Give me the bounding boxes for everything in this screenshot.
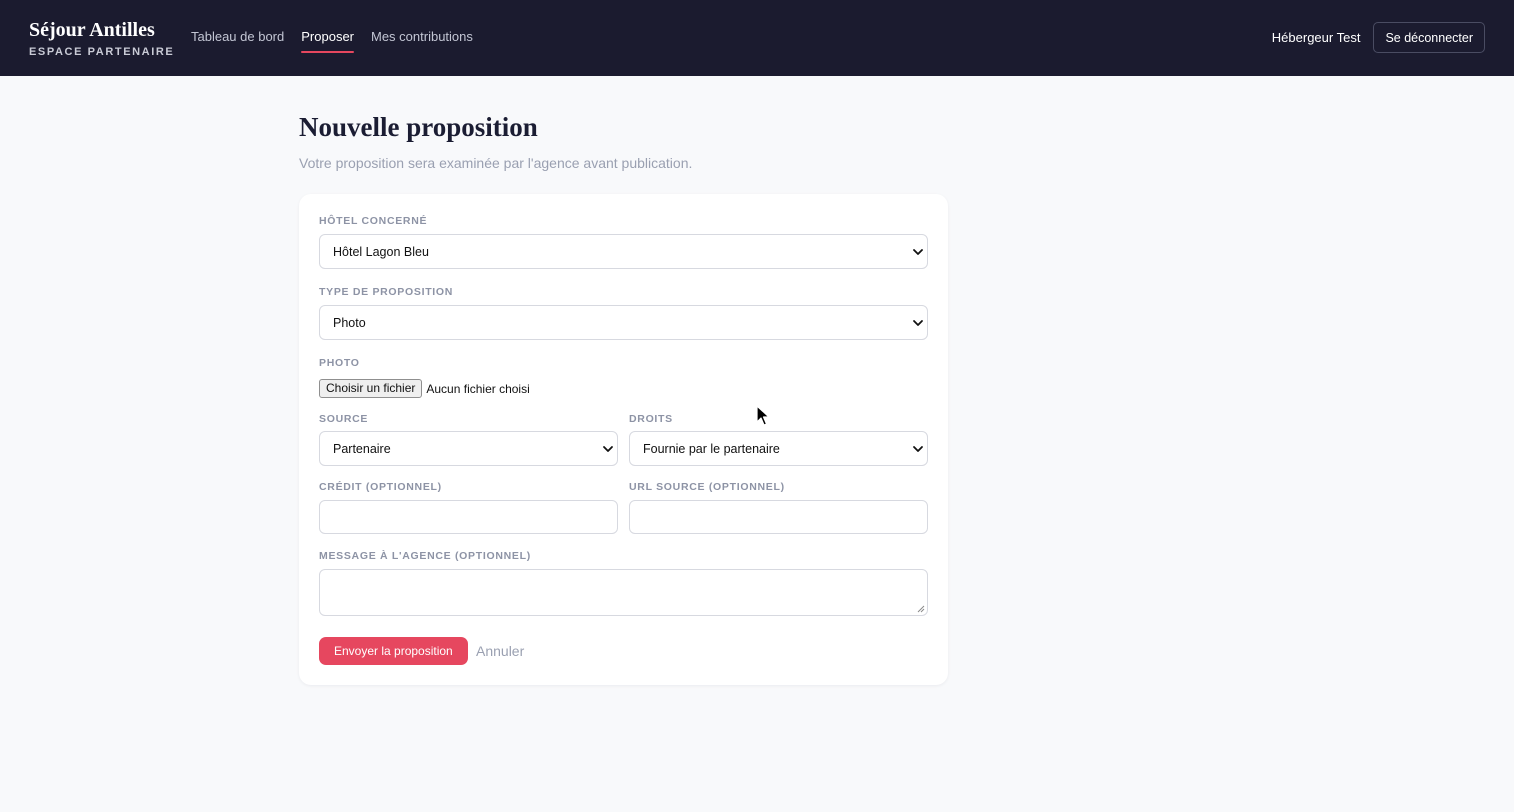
cancel-link[interactable]: Annuler — [476, 643, 524, 659]
nav-link-propose[interactable]: Proposer — [301, 28, 354, 54]
chevron-down-icon — [913, 249, 923, 255]
proposal-type-select[interactable]: Photo — [319, 305, 928, 340]
source-label: SOURCE — [319, 413, 369, 425]
proposal-form-card: HÔTEL CONCERNÉ Hôtel Lagon Bleu TYPE DE … — [299, 194, 948, 685]
message-textarea[interactable] — [319, 569, 928, 616]
resize-handle-icon[interactable] — [917, 605, 925, 613]
choose-file-button[interactable]: Choisir un fichier — [319, 379, 423, 398]
user-name: Hébergeur Test — [1271, 30, 1361, 45]
main-nav: Tableau de bord Proposer Mes contributio… — [191, 28, 473, 54]
hotel-label: HÔTEL CONCERNÉ — [319, 215, 428, 227]
logout-button[interactable]: Se déconnecter — [1373, 22, 1485, 53]
credit-input[interactable] — [319, 500, 618, 534]
brand-subtitle: ESPACE PARTENAIRE — [29, 46, 175, 58]
submit-proposal-button[interactable]: Envoyer la proposition — [319, 637, 468, 665]
rights-select[interactable]: Fournie par le partenaire — [629, 431, 928, 466]
hotel-select[interactable]: Hôtel Lagon Bleu — [319, 234, 928, 269]
rights-select-value: Fournie par le partenaire — [643, 442, 780, 456]
credit-label: CRÉDIT (OPTIONNEL) — [319, 481, 442, 493]
proposal-type-select-value: Photo — [333, 316, 366, 330]
source-select-value: Partenaire — [333, 442, 391, 456]
source-url-label: URL SOURCE (OPTIONNEL) — [629, 481, 785, 493]
nav-link-dashboard[interactable]: Tableau de bord — [191, 28, 284, 54]
brand-name: Séjour Antilles — [29, 19, 155, 41]
file-status-text: Aucun fichier choisi — [426, 381, 530, 396]
source-url-input[interactable] — [629, 500, 928, 534]
chevron-down-icon — [913, 320, 923, 326]
source-select[interactable]: Partenaire — [319, 431, 618, 466]
photo-file-input: Choisir un fichier Aucun fichier choisi — [319, 379, 530, 398]
page-subtitle: Votre proposition sera examinée par l'ag… — [299, 155, 693, 171]
rights-label: DROITS — [629, 413, 673, 425]
nav-link-my-contributions[interactable]: Mes contributions — [371, 28, 473, 54]
user-area: Hébergeur Test Se déconnecter — [1272, 22, 1485, 53]
chevron-down-icon — [603, 446, 613, 452]
proposal-type-label: TYPE DE PROPOSITION — [319, 286, 454, 298]
page-title: Nouvelle proposition — [299, 112, 538, 142]
brand-logo[interactable]: Séjour Antilles ESPACE PARTENAIRE — [29, 18, 174, 58]
message-label: MESSAGE À L'AGENCE (OPTIONNEL) — [319, 550, 531, 562]
chevron-down-icon — [913, 446, 923, 452]
hotel-select-value: Hôtel Lagon Bleu — [333, 245, 429, 259]
top-navigation-bar: Séjour Antilles ESPACE PARTENAIRE Tablea… — [0, 0, 1514, 76]
photo-label: PHOTO — [319, 357, 360, 369]
